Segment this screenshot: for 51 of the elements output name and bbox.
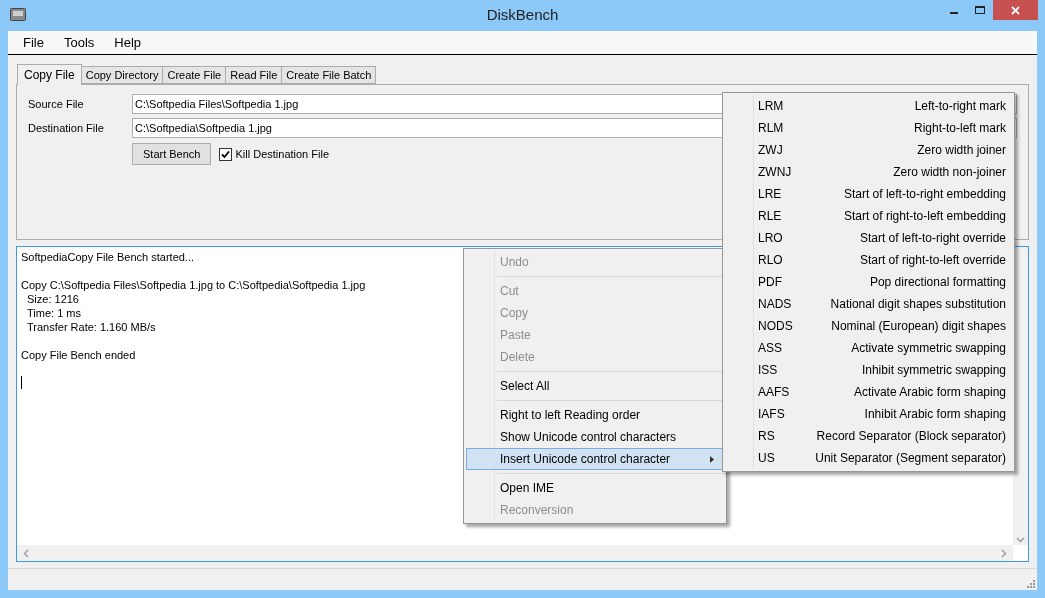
close-button[interactable]: [993, 0, 1038, 20]
log-line: Copy File Bench ended: [21, 348, 136, 362]
menu-item[interactable]: Help: [107, 32, 149, 53]
submenu-item[interactable]: RLE Start of right-to-left embedding: [725, 205, 1012, 227]
menu-item[interactable]: Tools: [56, 32, 102, 53]
start-bench-button[interactable]: Start Bench: [132, 143, 212, 165]
tab[interactable]: Copy Directory: [81, 66, 164, 84]
log-line: Time: 1 ms: [26, 306, 81, 320]
submenu-arrow-icon: [710, 456, 714, 463]
submenu-item[interactable]: PDF Pop directional formatting: [725, 271, 1012, 293]
log-line: Size: 1216: [26, 292, 79, 306]
context-menu-item[interactable]: Open IME: [466, 477, 724, 499]
submenu-item[interactable]: RLM Right-to-left mark: [725, 117, 1012, 139]
context-menu-item[interactable]: Right to left Reading order: [466, 404, 724, 426]
scroll-left-icon[interactable]: [23, 548, 29, 558]
submenu-item[interactable]: ZWJ Zero width joiner: [725, 139, 1012, 161]
submenu-item[interactable]: ASS Activate symmetric swapping: [725, 337, 1012, 359]
submenu-item[interactable]: ISS Inhibit symmetric swapping: [725, 359, 1012, 381]
submenu-item[interactable]: AAFS Activate Arabic form shaping: [725, 381, 1012, 403]
submenu-item[interactable]: LRM Left-to-right mark: [725, 95, 1012, 117]
checkbox[interactable]: [219, 147, 233, 161]
window-title: DiskBench: [486, 5, 559, 26]
submenu-item[interactable]: IAFS Inhibit Arabic form shaping: [725, 403, 1012, 425]
submenu-item[interactable]: NADS National digit shapes substitution: [725, 293, 1012, 315]
submenu-item[interactable]: NODS Nominal (European) digit shapes: [725, 315, 1012, 337]
submenu-item[interactable]: LRO Start of left-to-right override: [725, 227, 1012, 249]
submenu-item[interactable]: RS Record Separator (Block separator): [725, 425, 1012, 447]
context-menu-item[interactable]: Show Unicode control characters: [466, 426, 724, 448]
submenu-item[interactable]: RLO Start of right-to-left override: [725, 249, 1012, 271]
scroll-down-icon[interactable]: [1016, 537, 1025, 543]
submenu-item[interactable]: LRE Start of left-to-right embedding: [725, 183, 1012, 205]
tab[interactable]: Read File: [226, 66, 283, 84]
context-menu-item[interactable]: Insert Unicode control character: [466, 448, 724, 470]
log-line: Transfer Rate: 1.160 MB/s: [26, 320, 156, 334]
field-label: Source File: [28, 96, 85, 112]
submenu-item[interactable]: US Unit Separator (Segment separator): [725, 447, 1012, 469]
close-icon: [1011, 5, 1020, 15]
app-icon: [10, 8, 26, 21]
log-line: SoftpediaCopy File Bench started...: [21, 250, 195, 264]
log-line: Copy C:\Softpedia Files\Softpedia 1.jpg to C:\Softpedia\Softpedia 1.jpg: [21, 278, 366, 292]
field-label: Destination File: [28, 120, 105, 136]
tab[interactable]: Create File Batch: [282, 66, 377, 84]
resize-grip-icon[interactable]: [1027, 580, 1035, 588]
scroll-right-icon[interactable]: [1001, 548, 1007, 558]
tab[interactable]: Copy File: [17, 64, 82, 85]
submenu-item[interactable]: ZWNJ Zero width non-joiner: [725, 161, 1012, 183]
tab[interactable]: Create File: [163, 66, 227, 84]
context-menu-item[interactable]: Select All: [466, 375, 724, 397]
menu-item[interactable]: File: [16, 32, 51, 53]
text-cursor: [21, 376, 22, 389]
checkbox-label: Kill Destination File: [235, 146, 330, 162]
